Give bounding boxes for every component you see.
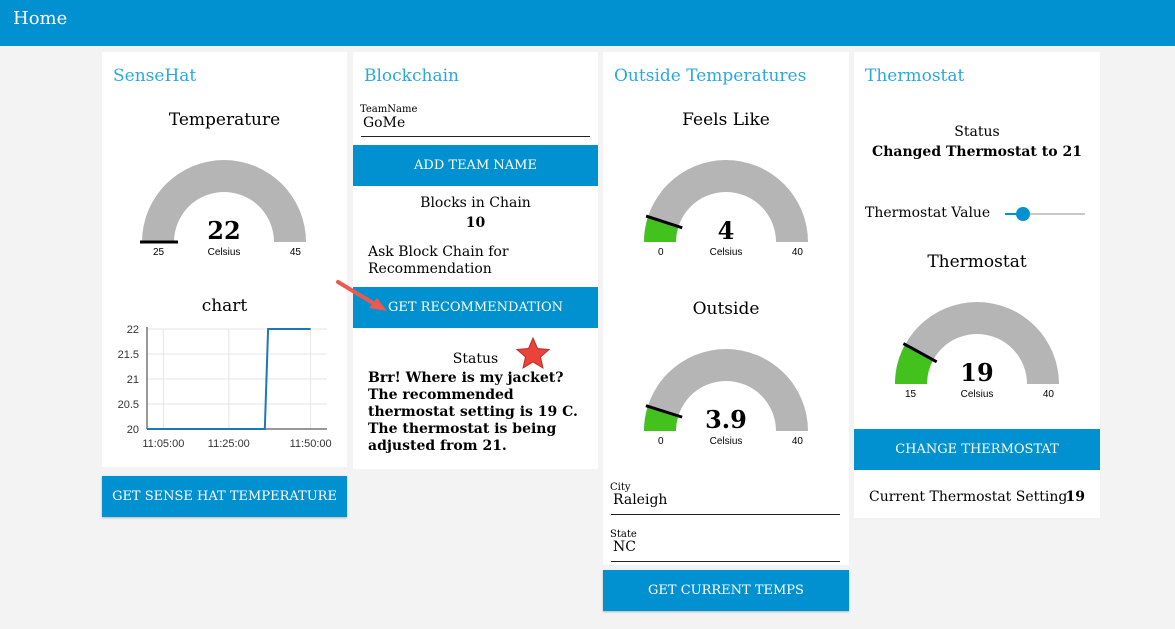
feels-like-gauge: 4 Celsius 0 40 bbox=[641, 158, 811, 268]
top-bar: Home bbox=[0, 0, 1175, 46]
thermostat-value-label: Thermostat Value bbox=[865, 205, 991, 221]
change-thermostat-button[interactable]: CHANGE THERMOSTAT bbox=[854, 429, 1100, 470]
city-input[interactable]: Raleigh bbox=[613, 492, 667, 508]
recommendation-status-text: Brr! Where is my jacket? The recommended… bbox=[368, 370, 578, 454]
thermostat-slider[interactable] bbox=[1005, 206, 1085, 222]
y-tick-label: 21 bbox=[127, 374, 139, 386]
state-input[interactable]: NC bbox=[613, 539, 636, 555]
get-sense-hat-temperature-button[interactable]: GET SENSE HAT TEMPERATURE bbox=[102, 476, 347, 517]
blockchain-title: Blockchain bbox=[364, 66, 459, 86]
gauge-unit: Celsius bbox=[709, 436, 743, 447]
home-title[interactable]: Home bbox=[13, 8, 67, 29]
gauge-unit: Celsius bbox=[207, 247, 241, 258]
gauge-max: 40 bbox=[791, 247, 803, 258]
outside-label: Outside bbox=[692, 299, 760, 319]
temperature-chart: 22 21.5 21 20.5 2011:05:00 11:25:00 11:50:00 bbox=[118, 324, 332, 450]
sensehat-gauge: 22 Celsius 25 45 bbox=[139, 158, 309, 268]
gauge-value: 3.9 bbox=[705, 405, 747, 434]
outside-temperatures-title: Outside Temperatures bbox=[614, 66, 807, 86]
gauge-max: 40 bbox=[791, 436, 803, 447]
thermostat-status-label: Status bbox=[954, 124, 1000, 140]
thermostat-gauge-label: Thermostat bbox=[927, 252, 1027, 272]
team-name-label: TeamName bbox=[360, 104, 418, 115]
blocks-in-chain-label: Blocks in Chain bbox=[420, 195, 531, 211]
x-tick-label: 11:25:00 bbox=[208, 438, 250, 450]
recommendation-status-label: Status bbox=[452, 351, 499, 367]
star-icon bbox=[515, 336, 551, 370]
state-underline bbox=[611, 561, 840, 562]
feels-like-label: Feels Like bbox=[682, 110, 770, 130]
x-tick-label: 11:05:00 bbox=[142, 438, 184, 450]
thermostat-title: Thermostat bbox=[865, 66, 965, 86]
gauge-value: 22 bbox=[207, 216, 241, 245]
x-tick-label: 11:50:00 bbox=[290, 438, 332, 450]
gauge-value: 4 bbox=[717, 216, 735, 245]
get-current-temps-button[interactable]: GET CURRENT TEMPS bbox=[603, 570, 849, 611]
sensehat-title: SenseHat bbox=[113, 66, 197, 86]
outside-gauge: 3.9 Celsius 0 40 bbox=[641, 347, 811, 457]
thermostat-status-value: Changed Thermostat to 21 bbox=[872, 144, 1082, 160]
gauge-max: 40 bbox=[1042, 389, 1054, 400]
blockchain-card: Blockchain TeamName GoMe ADD TEAM NAME B… bbox=[353, 52, 598, 469]
outside-temperatures-card: Outside Temperatures Feels Like 4 Celsiu… bbox=[603, 52, 849, 565]
gauge-max: 45 bbox=[289, 247, 301, 258]
gauge-min: 25 bbox=[153, 247, 165, 258]
temperature-label: Temperature bbox=[168, 110, 281, 130]
gauge-min: 0 bbox=[658, 436, 664, 447]
current-thermostat-value: 19 bbox=[1065, 489, 1085, 505]
add-team-name-button[interactable]: ADD TEAM NAME bbox=[353, 145, 598, 186]
gauge-unit: Celsius bbox=[709, 247, 743, 258]
current-thermostat-label: Current Thermostat Setting bbox=[869, 489, 1068, 505]
y-tick-label: 22 bbox=[127, 324, 139, 336]
annotation-arrow bbox=[336, 280, 387, 311]
sensehat-card: SenseHat Temperature 22 Celsius 25 45 ch… bbox=[102, 52, 347, 467]
thermostat-gauge: 19 Celsius 15 40 bbox=[892, 300, 1062, 410]
y-tick-label: 21.5 bbox=[118, 349, 139, 361]
y-tick-label: 20 bbox=[127, 424, 139, 436]
team-name-underline bbox=[361, 136, 590, 137]
gauge-value: 19 bbox=[960, 358, 994, 387]
team-name-input[interactable]: GoMe bbox=[363, 115, 405, 131]
gauge-min: 0 bbox=[658, 247, 664, 258]
city-underline bbox=[611, 514, 840, 515]
ask-recommendation-text: Ask Block Chain for Recommendation bbox=[368, 244, 509, 277]
gauge-min: 15 bbox=[905, 389, 917, 400]
gauge-unit: Celsius bbox=[960, 389, 994, 400]
thermostat-card: Thermostat Status Changed Thermostat to … bbox=[854, 52, 1100, 518]
blocks-in-chain-value: 10 bbox=[465, 215, 486, 231]
slider-thumb[interactable] bbox=[1015, 207, 1030, 221]
chart-title: chart bbox=[201, 296, 248, 316]
y-tick-label: 20.5 bbox=[118, 399, 139, 411]
